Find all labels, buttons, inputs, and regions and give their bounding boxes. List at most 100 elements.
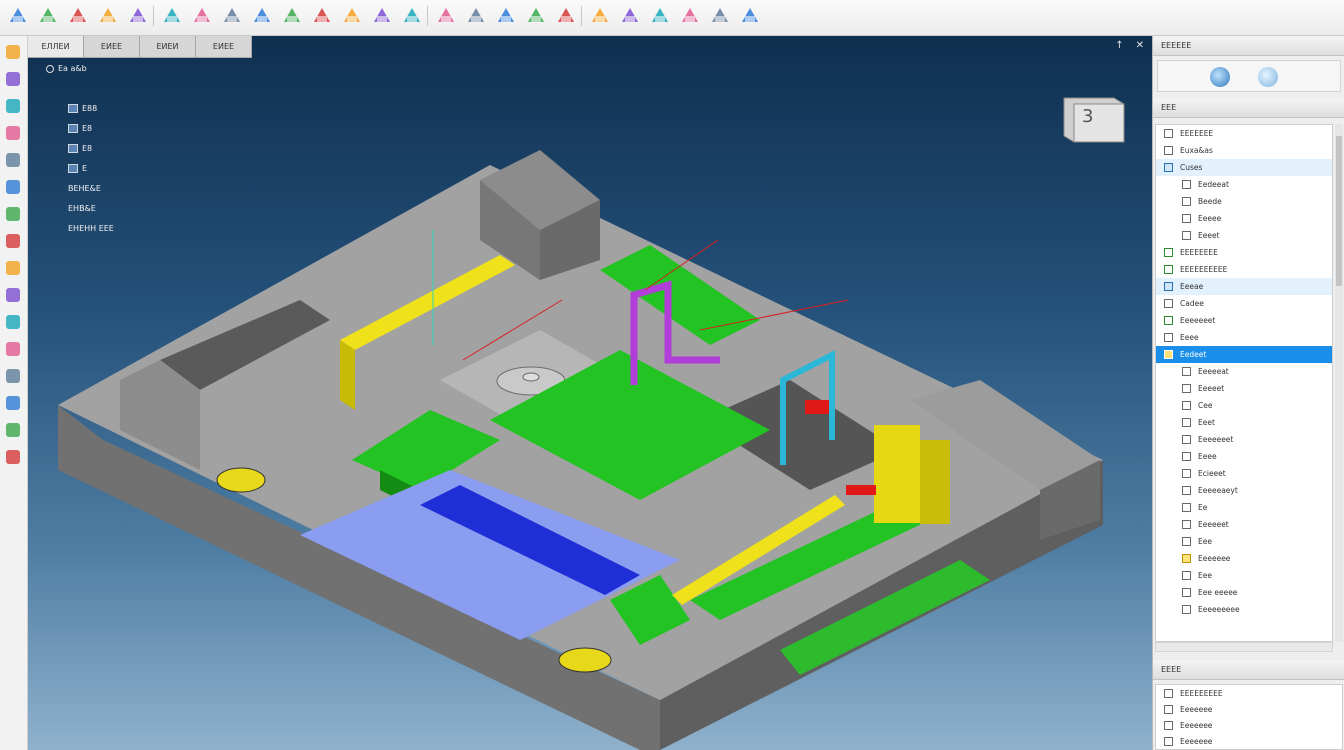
select-icon[interactable] (66, 4, 90, 28)
list-row[interactable]: Eeeeeet (1156, 516, 1332, 533)
list-row[interactable]: Eeet (1156, 414, 1332, 431)
list-row[interactable]: Cee (1156, 397, 1332, 414)
list-row[interactable]: Eeeee (1156, 210, 1332, 227)
back-icon[interactable] (3, 42, 23, 62)
draw-icon[interactable] (3, 96, 23, 116)
fill-icon[interactable] (3, 258, 23, 278)
edit-icon[interactable] (434, 4, 458, 28)
circle-icon[interactable] (3, 366, 23, 386)
image-icon[interactable] (618, 4, 642, 28)
list-scrollbar[interactable] (1335, 124, 1343, 642)
list-row[interactable]: Eeee (1156, 448, 1332, 465)
rotate-icon[interactable] (220, 4, 244, 28)
list-row[interactable]: Cuses (1156, 159, 1332, 176)
view-controls (1157, 60, 1341, 92)
fill-icon[interactable] (126, 4, 150, 28)
close-icon[interactable]: ✕ (1136, 40, 1144, 51)
frame-icon[interactable] (3, 177, 23, 197)
anchor-icon[interactable] (708, 4, 732, 28)
sync-icon[interactable] (738, 4, 762, 28)
toolbar-separator (427, 6, 428, 26)
grid-icon[interactable] (3, 69, 23, 89)
warning-icon[interactable] (3, 420, 23, 440)
fit-icon[interactable] (190, 4, 214, 28)
scroll-thumb[interactable] (1336, 136, 1342, 286)
list-row[interactable]: Eeeeeaeyt (1156, 482, 1332, 499)
open-icon[interactable] (6, 4, 30, 28)
list-row[interactable]: Eeeeeee (1156, 701, 1332, 718)
list-row[interactable]: Eeeet (1156, 227, 1332, 244)
edit-icon[interactable] (3, 231, 23, 251)
tree-item[interactable]: EHB&E (68, 204, 96, 213)
settings-icon[interactable] (3, 312, 23, 332)
tree-icon[interactable] (3, 204, 23, 224)
list-row[interactable]: Eeeeet (1156, 380, 1332, 397)
panel-icon[interactable] (3, 150, 23, 170)
list-row[interactable]: Eee (1156, 567, 1332, 584)
3d-viewport[interactable]: ЕЛЛЕИ ЕИЕЕ ЕИЕИ ЕИЕЕ ↑ ✕ Ea a&b E88 E8 E… (28, 36, 1152, 750)
frame-icon[interactable] (648, 4, 672, 28)
list-row-selected[interactable]: Eedeet (1156, 346, 1332, 363)
layout-icon[interactable] (464, 4, 488, 28)
list-row[interactable]: Eeeeeeeee (1156, 601, 1332, 618)
list-row[interactable]: Ee (1156, 499, 1332, 516)
list-row[interactable]: Cadee (1156, 295, 1332, 312)
viewport-tab[interactable]: ЕЛЛЕИ (28, 36, 84, 58)
nav-cube[interactable]: 3 (1054, 84, 1130, 150)
list-row[interactable]: EEEEEEEE (1156, 244, 1332, 261)
list-row[interactable]: Ecieeet (1156, 465, 1332, 482)
list-row[interactable]: Eeeae (1156, 278, 1332, 295)
globe-icon[interactable] (1210, 67, 1230, 87)
list-row[interactable]: Eeeeeeet (1156, 312, 1332, 329)
tree-item[interactable]: E (68, 164, 87, 173)
tree-item[interactable]: E8 (68, 124, 92, 133)
list-row[interactable]: Eeeeeat (1156, 363, 1332, 380)
viewport-tab[interactable]: ЕИЕИ (140, 36, 196, 58)
main-toolbar (0, 0, 1344, 36)
measure-icon[interactable] (340, 4, 364, 28)
list-row[interactable]: EEEEEEEEE (1156, 685, 1332, 702)
download-icon[interactable] (36, 4, 60, 28)
yellow-cylinder-left (216, 467, 266, 493)
assist-icon[interactable] (554, 4, 578, 28)
globe-icon[interactable] (3, 393, 23, 413)
tree-item[interactable]: EHEHH EEE (68, 224, 114, 233)
list-row[interactable]: Eedeeat (1156, 176, 1332, 193)
tree-item[interactable]: E8 (68, 144, 92, 153)
list-row[interactable]: Beede (1156, 193, 1332, 210)
render-icon[interactable] (400, 4, 424, 28)
section-icon[interactable] (370, 4, 394, 28)
tree-item[interactable]: E88 (68, 104, 97, 113)
sphere-icon[interactable] (1258, 67, 1278, 87)
snap-icon[interactable] (588, 4, 612, 28)
tree-root[interactable]: Ea a&b (46, 64, 87, 73)
tree-item[interactable]: BEHE&E (68, 184, 101, 193)
viewport-tab[interactable]: ЕИЕЕ (196, 36, 252, 58)
list-row[interactable]: Eeeeeee (1156, 550, 1332, 567)
pin-icon[interactable] (3, 123, 23, 143)
image-icon[interactable] (3, 285, 23, 305)
pin-icon[interactable]: ↑ (1115, 40, 1123, 51)
layer-icon (68, 104, 78, 113)
list-row[interactable]: Eeee (1156, 329, 1332, 346)
dual-icon[interactable] (524, 4, 548, 28)
view-icon[interactable] (250, 4, 274, 28)
list-row[interactable]: Eeeeeee (1156, 717, 1332, 734)
color-icon[interactable] (160, 4, 184, 28)
list-row[interactable]: Eeeeeeet (1156, 431, 1332, 448)
list-row[interactable]: Eeeeeee (1156, 733, 1332, 749)
cube-icon[interactable] (310, 4, 334, 28)
map-icon[interactable] (494, 4, 518, 28)
cube-icon[interactable] (3, 339, 23, 359)
list-row[interactable]: Euxa&as (1156, 142, 1332, 159)
move-icon[interactable] (678, 4, 702, 28)
pin-icon[interactable] (280, 4, 304, 28)
list-row[interactable]: ЕЕЕЕЕЕЕ (1156, 125, 1332, 142)
list-hscrollbar[interactable] (1155, 642, 1333, 652)
more-icon[interactable] (3, 447, 23, 467)
list-row[interactable]: Eee (1156, 533, 1332, 550)
list-row[interactable]: EEEEEEEEEE (1156, 261, 1332, 278)
shape-icon[interactable] (96, 4, 120, 28)
list-row[interactable]: Eee eeeee (1156, 584, 1332, 601)
viewport-tab[interactable]: ЕИЕЕ (84, 36, 140, 58)
